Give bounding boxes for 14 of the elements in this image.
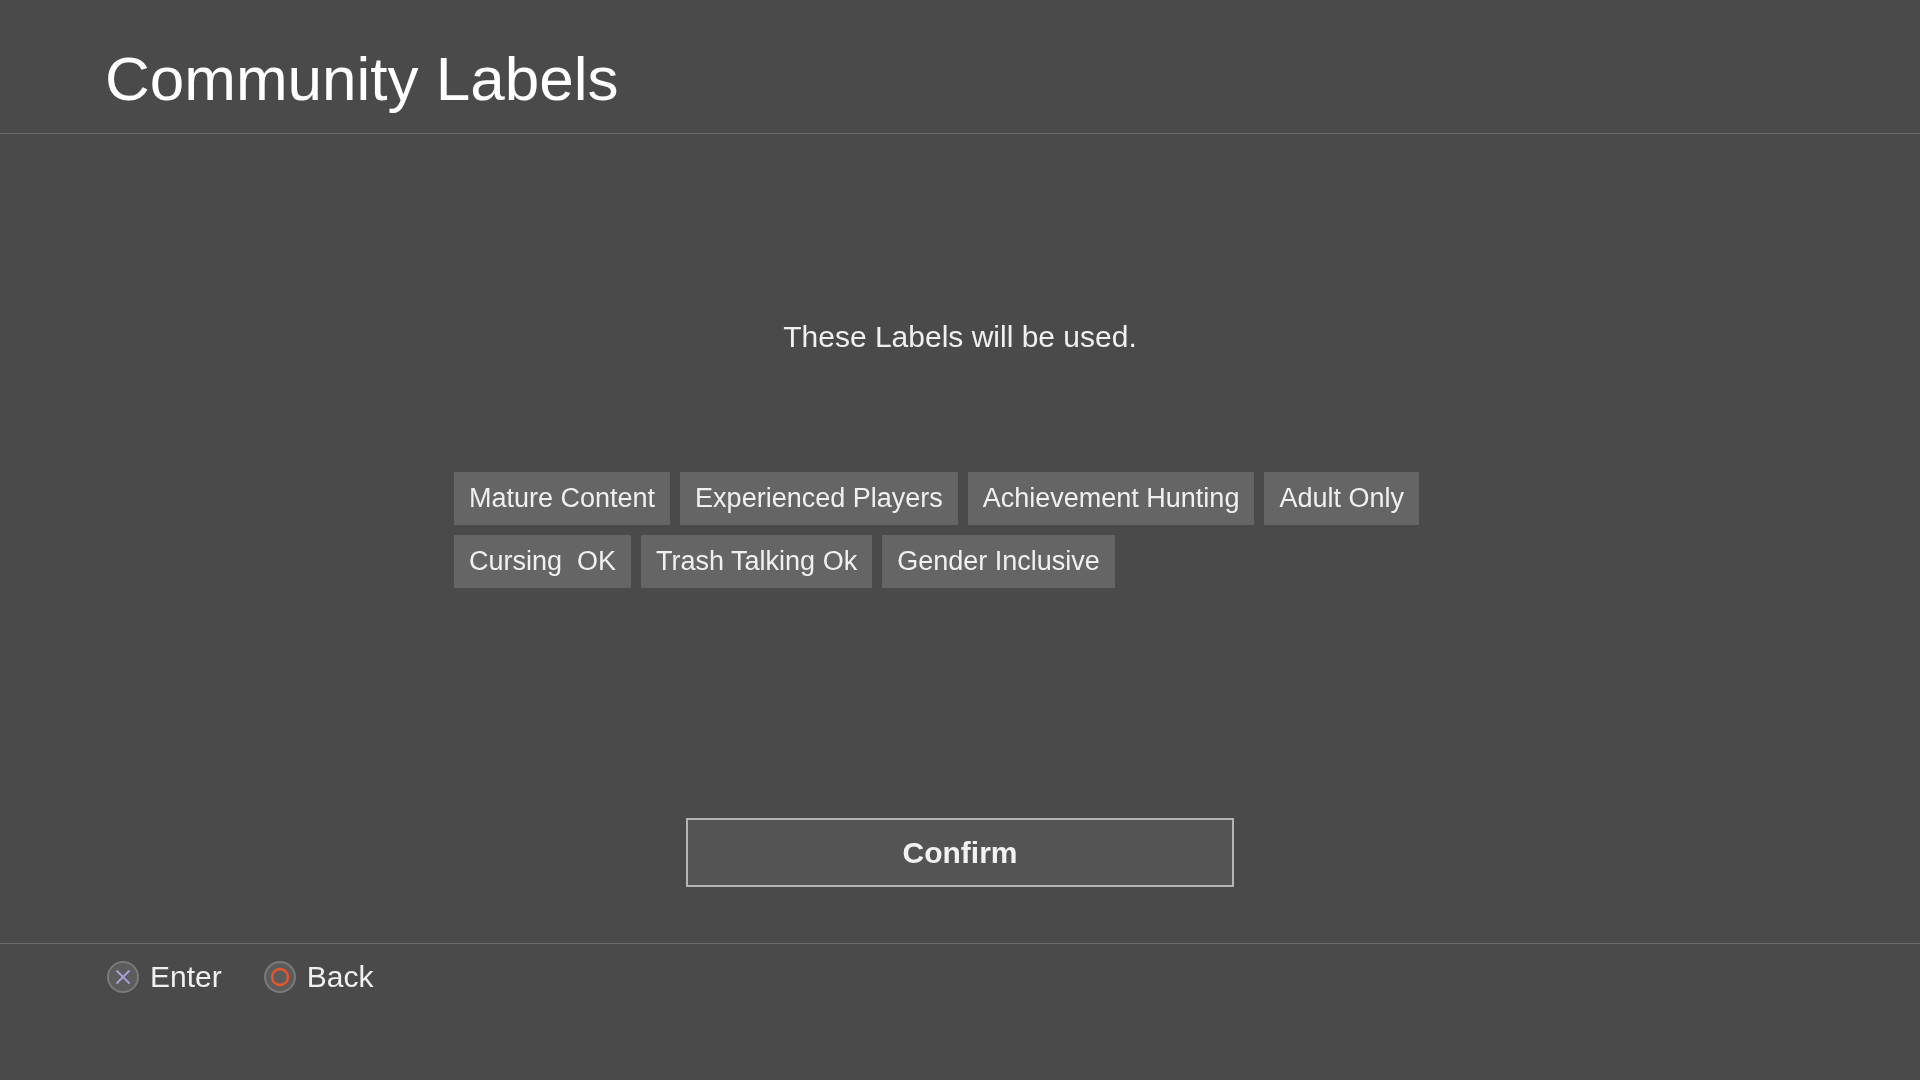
label-tag: Achievement Hunting xyxy=(967,472,1255,525)
label-tag: Adult Only xyxy=(1264,472,1419,525)
page-title: Community Labels xyxy=(105,43,619,115)
circle-icon xyxy=(263,961,296,993)
confirm-button[interactable]: Confirm xyxy=(686,818,1234,887)
label-tag: Experienced Players xyxy=(680,472,958,525)
hint-label: Back xyxy=(306,959,374,995)
cross-icon xyxy=(107,961,139,993)
label-tag: Mature Content xyxy=(454,472,671,525)
label-tag: Trash Talking Ok xyxy=(641,535,873,588)
label-tag: Cursing OK xyxy=(454,535,632,588)
info-message: These Labels will be used. xyxy=(783,319,1137,355)
hint-label: Enter xyxy=(150,959,222,995)
label-tag: Gender Inclusive xyxy=(882,535,1115,588)
